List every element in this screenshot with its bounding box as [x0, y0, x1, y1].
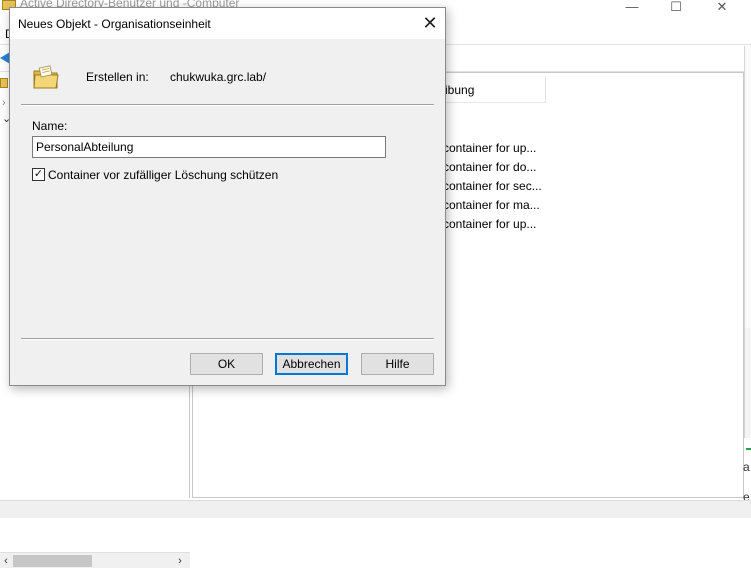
right-edge-text: a: [743, 460, 750, 474]
separator: [21, 104, 434, 106]
list-item[interactable]: container for up...: [443, 141, 536, 155]
create-in-label: Erstellen in:: [86, 70, 149, 84]
scroll-right-icon[interactable]: ›: [174, 553, 186, 569]
maximize-button[interactable]: ☐: [656, 0, 696, 16]
name-label: Name:: [32, 119, 68, 133]
right-pane-edge: [744, 46, 751, 328]
help-button[interactable]: Hilfe: [361, 353, 434, 375]
tree-horizontal-scrollbar[interactable]: ‹ ›: [0, 552, 190, 568]
scrollbar-thumb[interactable]: [13, 555, 92, 567]
organizational-unit-icon: [33, 65, 59, 89]
list-item[interactable]: container for ma...: [443, 198, 540, 212]
tree-folder-icon: [0, 78, 8, 88]
window-close-button[interactable]: ✕: [702, 0, 742, 16]
description-column-header[interactable]: ibung: [445, 83, 474, 97]
list-item[interactable]: container for up...: [443, 217, 536, 231]
dialog-titlebar[interactable]: Neues Objekt - Organisationseinheit ✕: [10, 8, 445, 39]
close-icon[interactable]: ✕: [415, 11, 445, 36]
create-in-path: chukwuka.grc.lab/: [170, 70, 267, 84]
cancel-button[interactable]: Abbrechen: [275, 353, 348, 375]
list-item[interactable]: container for do...: [443, 160, 536, 174]
minimize-button[interactable]: —: [612, 0, 652, 16]
new-ou-dialog: Neues Objekt - Organisationseinheit ✕ Er…: [9, 7, 446, 386]
scroll-left-icon[interactable]: ‹: [0, 553, 12, 569]
dialog-title: Neues Objekt - Organisationseinheit: [18, 17, 211, 31]
protect-from-deletion-checkbox[interactable]: ✓: [32, 168, 45, 181]
ok-button[interactable]: OK: [190, 353, 263, 375]
list-item[interactable]: container for sec...: [443, 179, 542, 193]
separator: [21, 338, 434, 340]
right-pane-edge-lower: [744, 328, 751, 438]
protect-from-deletion-label[interactable]: Container vor zufälliger Löschung schütz…: [48, 168, 278, 182]
column-divider[interactable]: [545, 77, 546, 103]
status-bar: [0, 500, 751, 518]
status-indicator: [746, 448, 751, 450]
name-input[interactable]: [32, 136, 386, 158]
tree-expand-icon[interactable]: ›: [2, 97, 6, 109]
